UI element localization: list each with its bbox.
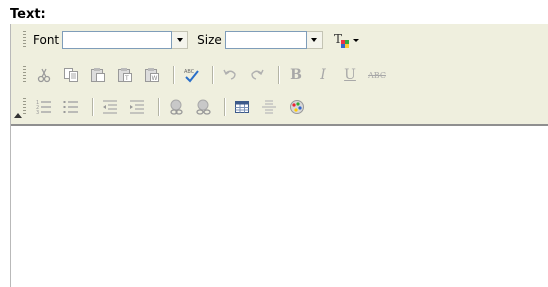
unlink-button[interactable]: [192, 96, 214, 118]
spellcheck-icon: ABC: [184, 69, 199, 83]
toolbar-grip[interactable]: [23, 98, 26, 116]
paste-text-icon: T: [118, 68, 132, 82]
chevron-down-icon: [176, 38, 183, 42]
font-combo[interactable]: [62, 30, 189, 50]
strikethrough-button[interactable]: ABC: [366, 64, 388, 86]
outdent-button[interactable]: [99, 96, 121, 118]
copy-icon: [64, 68, 78, 82]
text-color-button[interactable]: T: [332, 29, 362, 51]
size-combo[interactable]: [224, 30, 323, 50]
toolbar-separator: [158, 98, 160, 116]
redo-icon: [251, 69, 264, 80]
horizontal-rule-icon: [262, 100, 276, 114]
underline-icon: U: [344, 67, 356, 83]
toolbar-separator: [212, 66, 214, 84]
field-label: Text:: [10, 7, 46, 22]
font-dropdown-button[interactable]: [172, 31, 189, 49]
italic-icon: I: [320, 67, 326, 83]
text-color-icon: T: [334, 32, 359, 48]
outdent-icon: [103, 100, 117, 114]
toolbar-separator: [224, 98, 226, 116]
strikethrough-icon: ABC: [368, 70, 386, 80]
size-dropdown-button[interactable]: [306, 31, 323, 49]
image-button[interactable]: [285, 96, 307, 118]
link-button[interactable]: [165, 96, 187, 118]
editor-content-area[interactable]: [11, 126, 548, 287]
redo-button[interactable]: [246, 64, 268, 86]
table-button[interactable]: [231, 96, 253, 118]
unordered-list-icon: [63, 101, 78, 113]
toolbar-separator: [92, 98, 94, 116]
underline-button[interactable]: U: [339, 64, 361, 86]
bold-button[interactable]: B: [285, 64, 307, 86]
indent-button[interactable]: [126, 96, 148, 118]
image-icon: [290, 100, 304, 114]
svg-text:3: 3: [36, 110, 39, 115]
size-label: Size: [197, 33, 222, 47]
bold-icon: B: [290, 67, 302, 83]
editor-toolbar: Font Size T T W ABC B I U ABC 1 2 3: [11, 24, 548, 126]
svg-text:W: W: [152, 75, 158, 82]
link-icon: [170, 99, 183, 115]
toolbar-row-insert: 1 2 3: [23, 96, 312, 118]
font-input[interactable]: [62, 31, 173, 49]
paste-button[interactable]: [87, 64, 109, 86]
cut-button[interactable]: [33, 64, 55, 86]
svg-text:T: T: [334, 32, 342, 46]
chevron-down-icon: [311, 38, 318, 42]
toolbar-separator: [278, 66, 280, 84]
undo-button[interactable]: [219, 64, 241, 86]
toolbar-grip[interactable]: [23, 66, 26, 84]
spellcheck-button[interactable]: ABC: [180, 64, 202, 86]
size-input[interactable]: [224, 31, 307, 49]
indent-icon: [130, 100, 144, 114]
paste-icon: [91, 68, 105, 82]
svg-text:T: T: [124, 75, 129, 82]
ordered-list-icon: 1 2 3: [36, 100, 51, 115]
italic-button[interactable]: I: [312, 64, 334, 86]
horizontal-rule-button[interactable]: [258, 96, 280, 118]
toolbar-separator: [173, 66, 175, 84]
paste-word-icon: W: [145, 68, 159, 82]
rich-text-editor: Font Size T T W ABC B I U ABC 1 2 3: [10, 24, 548, 287]
font-label: Font: [33, 33, 60, 47]
unlink-icon: [196, 99, 211, 115]
ordered-list-button[interactable]: 1 2 3: [33, 96, 55, 118]
toolbar-row-edit: T W ABC B I U ABC: [23, 64, 393, 86]
collapse-toolbar-button[interactable]: [14, 113, 22, 118]
paste-text-button[interactable]: T: [114, 64, 136, 86]
toolbar-row-font: Font Size T: [23, 29, 367, 51]
svg-text:ABC: ABC: [184, 69, 195, 75]
toolbar-grip[interactable]: [23, 31, 26, 49]
unordered-list-button[interactable]: [60, 96, 82, 118]
undo-icon: [223, 69, 236, 80]
table-icon: [235, 101, 249, 113]
paste-word-button[interactable]: W: [141, 64, 163, 86]
copy-button[interactable]: [60, 64, 82, 86]
cut-icon: [37, 68, 51, 83]
